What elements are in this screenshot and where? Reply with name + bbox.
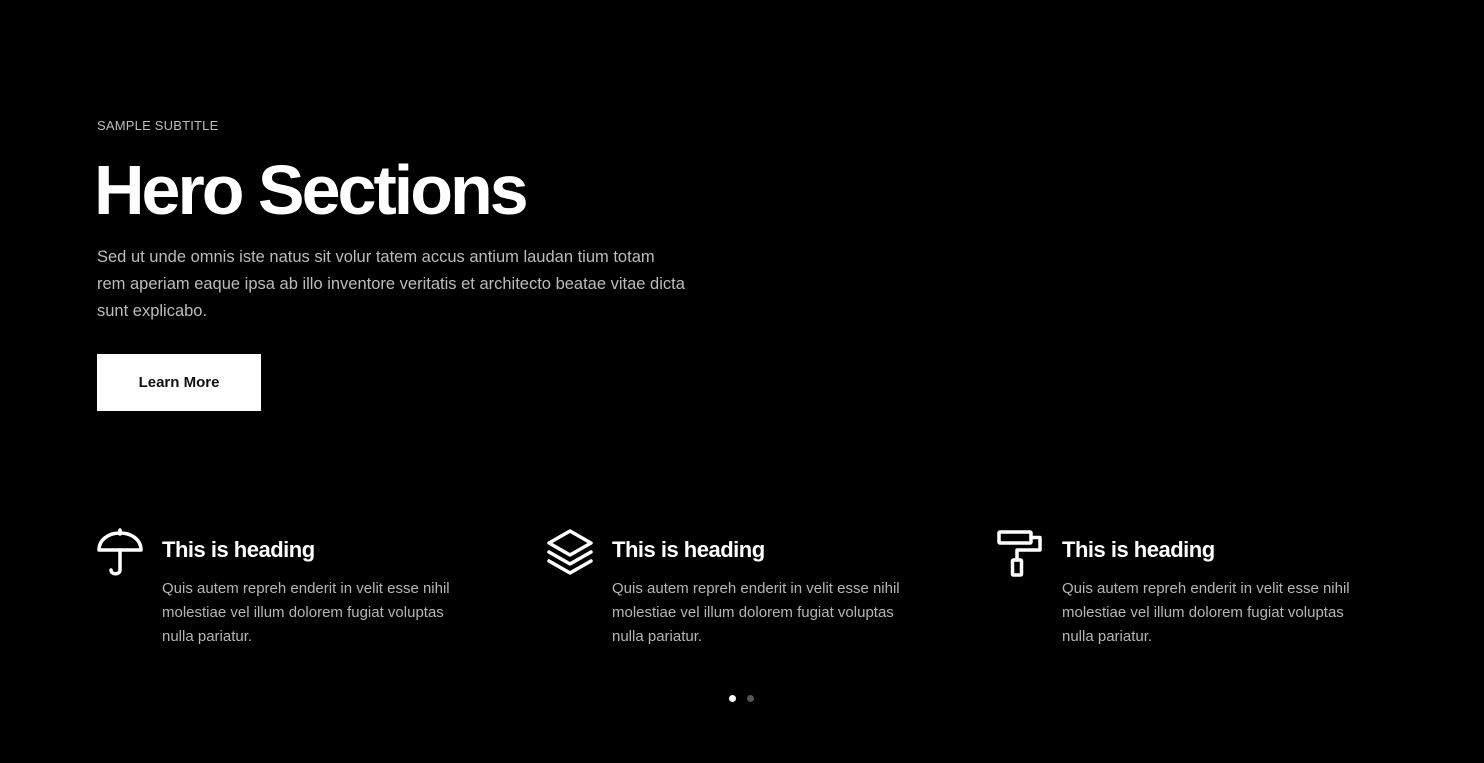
pagination-dot-2[interactable] [747,695,754,702]
hero-subtitle: SAMPLE SUBTITLE [97,118,219,133]
learn-more-button[interactable]: Learn More [97,354,261,411]
umbrella-icon [97,527,145,579]
feature-text: Quis autem repreh enderit in velit esse … [1062,580,1350,645]
hero-description: Sed ut unde omnis iste natus sit volur t… [97,248,685,320]
hero-title: Hero Sections [94,151,529,229]
feature-item: This is heading Quis autem repreh enderi… [97,527,497,657]
feature-text: Quis autem repreh enderit in velit esse … [162,580,450,645]
feature-item: This is heading Quis autem repreh enderi… [547,527,947,657]
feature-heading: This is heading [612,537,765,562]
feature-heading: This is heading [1062,537,1215,562]
pagination-dot-1[interactable] [729,695,736,702]
feature-item: This is heading Quis autem repreh enderi… [997,527,1397,657]
feature-heading: This is heading [162,537,315,562]
layers-icon [547,527,595,579]
paint-roller-icon [997,527,1045,579]
feature-text: Quis autem repreh enderit in velit esse … [612,580,900,645]
